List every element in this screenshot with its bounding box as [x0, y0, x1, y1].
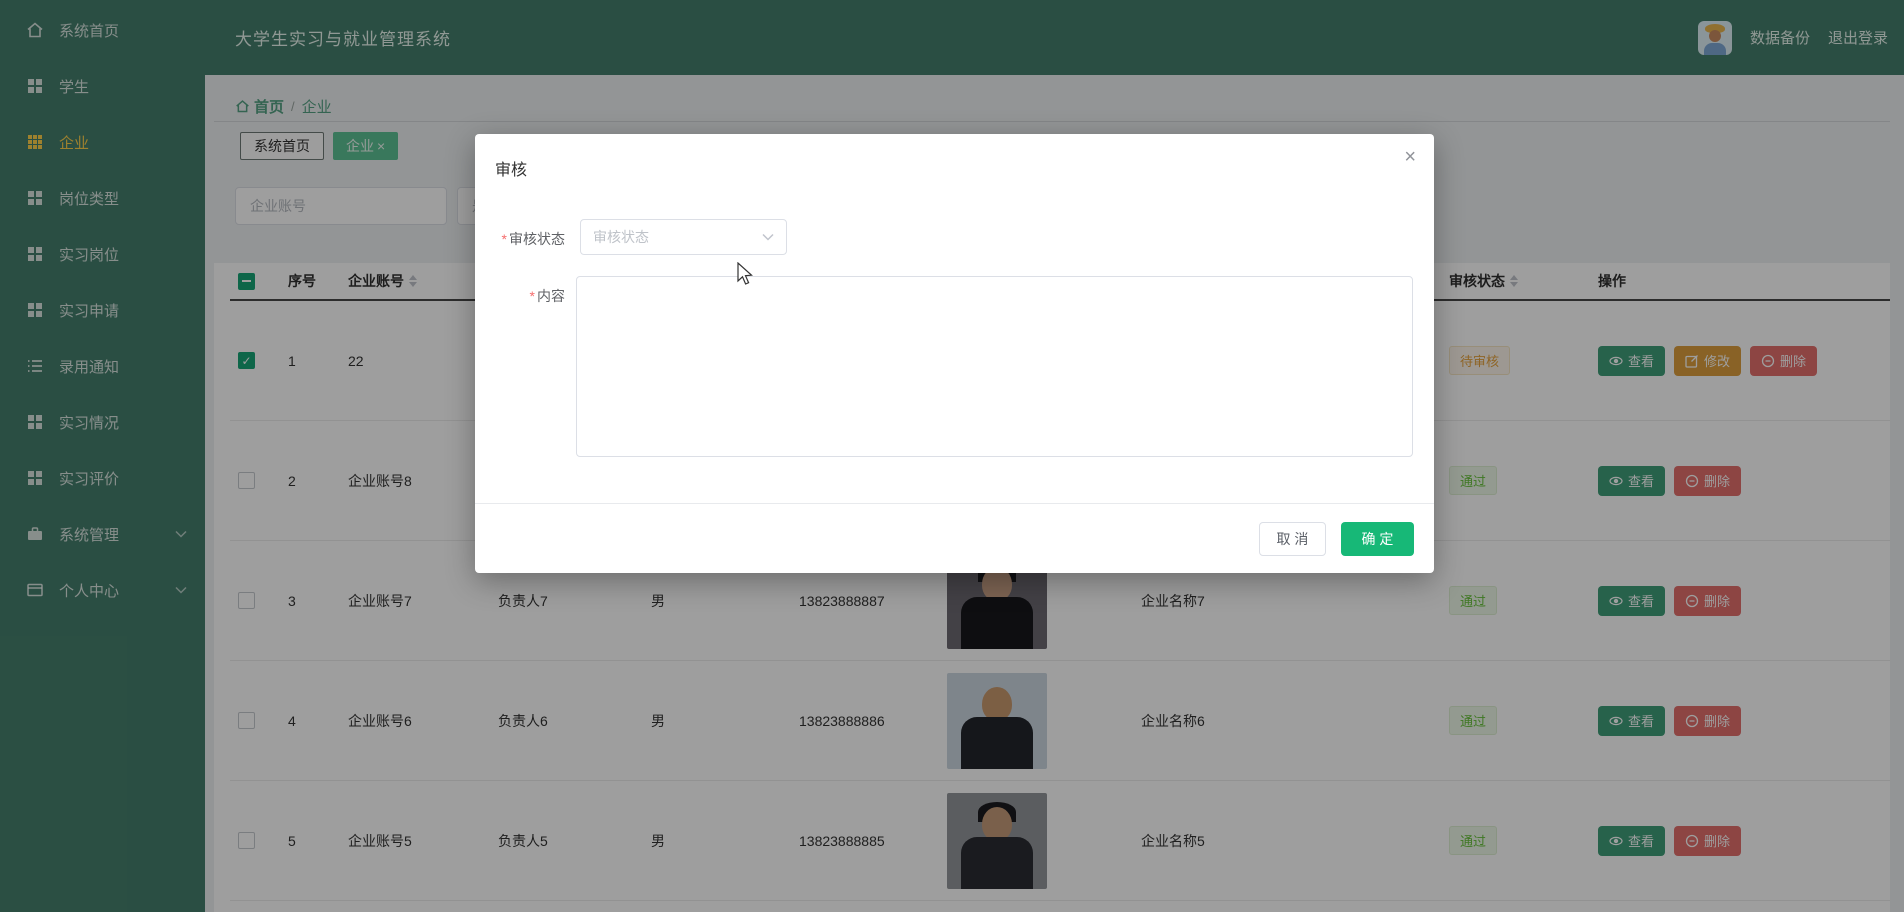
modal-title: 审核	[495, 156, 527, 180]
chevron-down-icon	[762, 233, 774, 241]
review-modal: 审核 × *审核状态 审核状态 *内容 取 消 确 定	[475, 134, 1434, 573]
cancel-button[interactable]: 取 消	[1259, 522, 1326, 556]
required-asterisk: *	[530, 288, 535, 304]
content-textarea[interactable]	[576, 276, 1413, 457]
status-field-label: *审核状态	[499, 229, 565, 249]
mouse-cursor	[736, 262, 755, 286]
confirm-button[interactable]: 确 定	[1341, 522, 1414, 556]
required-asterisk: *	[502, 231, 507, 247]
status-select-placeholder: 审核状态	[593, 227, 649, 247]
content-field-label: *内容	[499, 286, 565, 306]
modal-footer: 取 消 确 定	[475, 503, 1434, 573]
app-root: 系统首页 学生 企业 岗位类型 实习岗位 实习申请 录用通知 实习情况	[0, 0, 1904, 912]
status-select[interactable]: 审核状态	[580, 219, 787, 255]
close-icon[interactable]: ×	[1404, 146, 1416, 169]
